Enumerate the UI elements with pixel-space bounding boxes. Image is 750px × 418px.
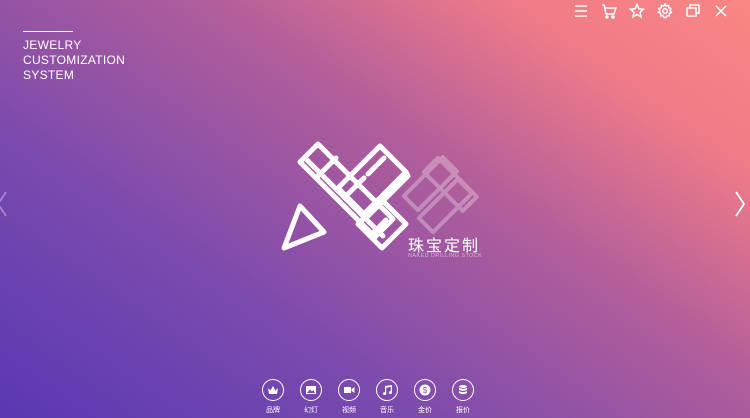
next-arrow[interactable] xyxy=(734,190,746,223)
chevron-right-icon xyxy=(735,191,746,217)
crown-icon xyxy=(268,386,278,394)
cart-button[interactable] xyxy=(600,2,618,20)
music-icon xyxy=(383,385,393,395)
nav-item-gold-price[interactable]: $ 金价 xyxy=(414,379,436,415)
menu-icon xyxy=(575,5,587,17)
nav-circle xyxy=(376,379,398,401)
bottom-nav: 品牌 幻灯 视频 音乐 $ 金价 报价 xyxy=(262,379,474,415)
nav-circle xyxy=(338,379,360,401)
nav-label: 报价 xyxy=(456,407,470,414)
coins-icon xyxy=(459,385,467,395)
gear-icon xyxy=(657,3,673,19)
cart-icon xyxy=(602,4,617,19)
star-icon xyxy=(629,3,645,19)
svg-text:$: $ xyxy=(423,386,428,395)
nav-item-slideshow[interactable]: 幻灯 xyxy=(300,379,322,415)
nav-circle xyxy=(300,379,322,401)
nav-circle: $ xyxy=(414,379,436,401)
menu-button[interactable] xyxy=(572,2,590,20)
previous-arrow[interactable] xyxy=(0,190,8,223)
brand-block: JEWELRY CUSTOMIZATION SYSTEM xyxy=(23,31,163,83)
brand-rule xyxy=(23,31,73,32)
logo-icon xyxy=(281,141,479,251)
video-icon xyxy=(344,387,355,393)
brand-line-1: JEWELRY xyxy=(23,38,82,52)
nav-circle xyxy=(452,379,474,401)
settings-button[interactable] xyxy=(656,2,674,20)
image-icon xyxy=(306,386,316,394)
nav-label: 视频 xyxy=(342,407,356,414)
brand-line-2: CUSTOMIZATION xyxy=(23,53,126,67)
close-button[interactable] xyxy=(712,2,730,20)
nav-circle xyxy=(262,379,284,401)
close-icon xyxy=(715,5,727,17)
window-toolbar xyxy=(572,2,730,20)
nav-item-video[interactable]: 视频 xyxy=(338,379,360,415)
nav-item-quote[interactable]: 报价 xyxy=(452,379,474,415)
chevron-left-icon xyxy=(0,191,7,217)
dollar-icon: $ xyxy=(419,384,431,396)
brand-line-3: SYSTEM xyxy=(23,68,75,82)
nav-label: 幻灯 xyxy=(304,407,318,414)
favorite-button[interactable] xyxy=(628,2,646,20)
nav-label: 金价 xyxy=(418,407,432,414)
nav-label: 品牌 xyxy=(266,407,280,414)
nav-item-brand[interactable]: 品牌 xyxy=(262,379,284,415)
nav-label: 音乐 xyxy=(380,407,394,414)
restore-button[interactable] xyxy=(684,2,702,20)
logo-subtitle: NAKED DRILLING STOCK xyxy=(408,253,483,259)
nav-item-music[interactable]: 音乐 xyxy=(376,379,398,415)
restore-icon xyxy=(686,4,700,17)
